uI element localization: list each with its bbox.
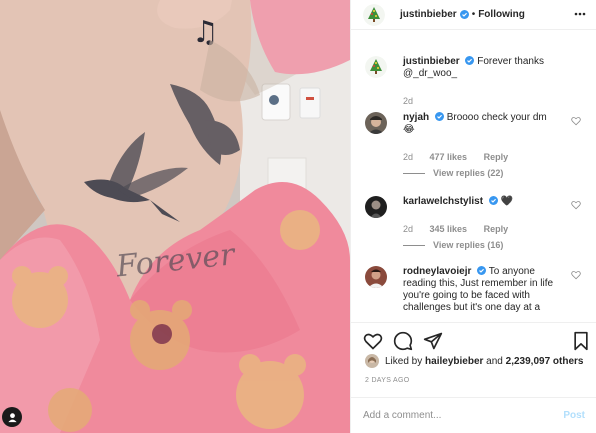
replies-divider (403, 245, 425, 247)
neck-tattoo-photo: ♫ Forever (0, 0, 350, 433)
likes-and: and (486, 355, 503, 367)
instagram-post: ♫ Forever justinbieber • Following justi… (0, 0, 596, 433)
comment-likes-count[interactable]: 477 likes (430, 152, 468, 162)
likes-prefix: Liked by (385, 355, 423, 367)
verified-badge-icon (477, 266, 487, 275)
like-comment-heart-icon[interactable] (571, 116, 581, 126)
comment-text: nyjah Broooo check your dm 😂 (403, 112, 567, 136)
save-bookmark-icon[interactable] (571, 331, 591, 351)
caption-avatar[interactable] (365, 56, 387, 78)
comments-list[interactable]: justinbieber Forever thanks @_dr_woo_ 2d (351, 46, 596, 322)
post-header: justinbieber • Following (351, 0, 596, 30)
post-photo[interactable]: ♫ Forever (0, 0, 350, 433)
view-replies-label: View replies (16) (433, 240, 504, 250)
verified-badge-icon (465, 56, 475, 65)
add-comment-input[interactable] (363, 410, 564, 421)
caption-text: justinbieber Forever thanks @_dr_woo_ (403, 56, 567, 80)
user-icon (7, 412, 17, 422)
christmas-tree-avatar-icon (365, 56, 387, 78)
header-separator: • (471, 9, 476, 20)
comment-bubble-icon[interactable] (393, 331, 413, 351)
ellipsis-icon (574, 12, 586, 16)
comment-time[interactable]: 2d (403, 152, 413, 162)
add-comment-form: Post (351, 397, 596, 433)
christmas-tree-avatar-icon (363, 3, 385, 26)
comment-username[interactable]: karlawelchstylist (403, 196, 483, 207)
likes-summary: Liked by haileybieber and 2,239,097 othe… (365, 354, 583, 368)
liker-avatar[interactable] (365, 354, 379, 368)
caption-meta: 2d (403, 96, 427, 106)
author-username[interactable]: justinbieber (400, 9, 457, 20)
verified-badge-icon (488, 196, 498, 205)
caption-mention-link[interactable]: @_dr_woo_ (403, 68, 457, 79)
view-replies-button[interactable]: View replies (16) (403, 240, 503, 250)
share-paper-plane-icon[interactable] (423, 331, 443, 351)
caption-item: justinbieber Forever thanks @_dr_woo_ 2d (365, 56, 581, 106)
comment-text: rodneylavoiejr To anyone reading this, J… (403, 266, 567, 314)
following-button[interactable]: Following (478, 9, 525, 20)
comment-item: karlawelchstylist 🖤 2d 345 likes Reply V… (365, 196, 581, 256)
comment-message: Broooo check your dm (446, 112, 547, 123)
comment-item: nyjah Broooo check your dm 😂 2d 477 like… (365, 112, 581, 182)
tagged-users-button[interactable] (2, 407, 22, 427)
comment-username[interactable]: rodneylavoiejr (403, 266, 471, 277)
comment-meta: 2d 345 likes Reply (403, 224, 522, 234)
caption-message: Forever thanks (477, 56, 544, 67)
like-comment-heart-icon[interactable] (571, 270, 581, 280)
caption-time[interactable]: 2d (403, 96, 413, 106)
liker-username[interactable]: haileybieber (425, 356, 483, 367)
profile-photo-icon (365, 196, 387, 218)
like-comment-heart-icon[interactable] (571, 200, 581, 210)
likes-count-button[interactable]: 2,239,097 others (506, 356, 584, 367)
comment-likes-count[interactable]: 345 likes (430, 224, 468, 234)
commenter-avatar[interactable] (365, 112, 387, 134)
verified-badge-icon (434, 112, 444, 121)
comment-meta: 2d 477 likes Reply (403, 152, 522, 162)
comment-item: rodneylavoiejr To anyone reading this, J… (365, 266, 581, 322)
post-timestamp[interactable]: 2 DAYS AGO (365, 377, 410, 384)
black-heart-emoji: 🖤 (500, 196, 514, 207)
reply-button[interactable]: Reply (484, 224, 509, 234)
commenter-avatar[interactable] (365, 266, 387, 288)
laughing-emoji: 😂 (403, 124, 415, 135)
replies-divider (403, 173, 425, 175)
profile-photo-icon (365, 354, 379, 368)
profile-photo-icon (365, 112, 387, 134)
commenter-avatar[interactable] (365, 196, 387, 218)
caption-username[interactable]: justinbieber (403, 56, 460, 67)
comment-username[interactable]: nyjah (403, 112, 429, 123)
comment-text: karlawelchstylist 🖤 (403, 196, 567, 208)
author-avatar[interactable] (363, 3, 385, 26)
verified-badge-icon (459, 10, 469, 19)
comment-time[interactable]: 2d (403, 224, 413, 234)
view-replies-button[interactable]: View replies (22) (403, 168, 503, 178)
view-replies-label: View replies (22) (433, 168, 504, 178)
post-comment-button[interactable]: Post (563, 410, 585, 421)
post-actions-bar (351, 322, 596, 358)
post-side-panel: justinbieber • Following justinbieber Fo… (350, 0, 596, 433)
profile-photo-icon (365, 266, 387, 288)
like-heart-icon[interactable] (363, 331, 383, 351)
more-options-button[interactable] (573, 7, 587, 21)
reply-button[interactable]: Reply (484, 152, 509, 162)
